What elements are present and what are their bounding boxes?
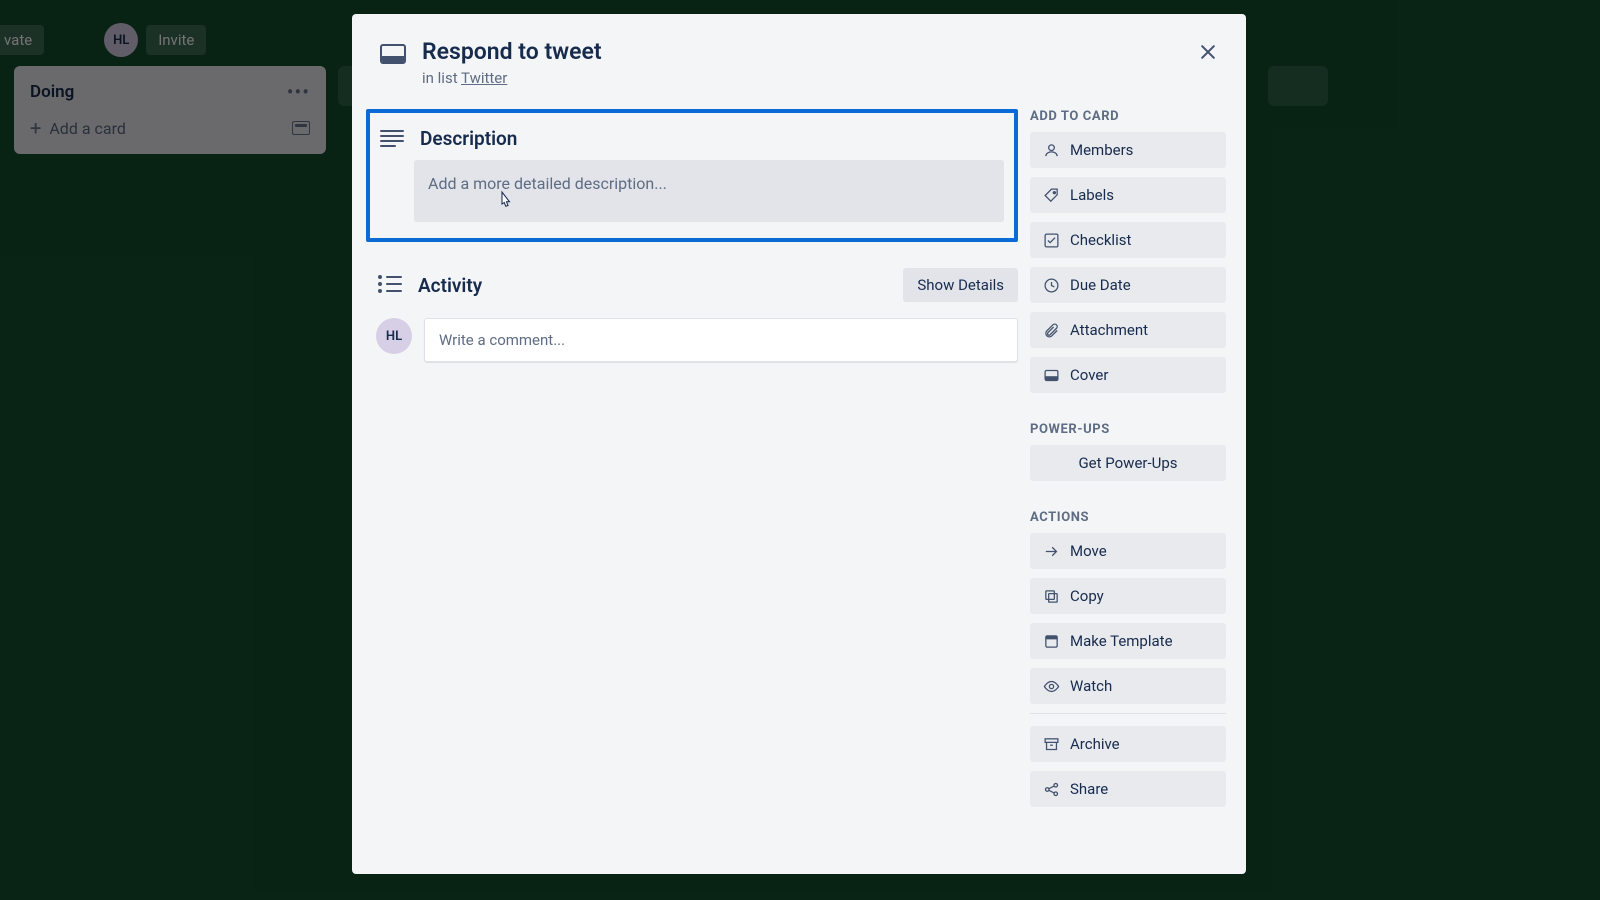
labels-button[interactable]: Labels [1030,177,1226,213]
sidebar-item-label: Attachment [1070,321,1148,339]
attachment-button[interactable]: Attachment [1030,312,1226,348]
eye-icon [1042,677,1060,695]
sidebar-item-label: Share [1070,780,1108,798]
sidebar-item-label: Get Power-Ups [1078,454,1177,472]
actions-heading: ACTIONS [1030,510,1226,525]
avatar[interactable]: HL [376,318,412,354]
sidebar-item-label: Copy [1070,587,1104,605]
in-list-link[interactable]: Twitter [461,69,507,87]
sidebar-item-label: Cover [1070,366,1108,384]
description-heading: Description [420,127,517,150]
description-placeholder: Add a more detailed description... [428,174,667,193]
add-to-card-heading: ADD TO CARD [1030,109,1226,124]
card-modal: Respond to tweet in list Twitter Descrip… [352,14,1246,874]
copy-button[interactable]: Copy [1030,578,1226,614]
comment-row: HL Write a comment... [372,318,1018,362]
sidebar-item-label: Make Template [1070,632,1173,650]
main-column: Description Add a more detailed descript… [372,109,1018,816]
checklist-button[interactable]: Checklist [1030,222,1226,258]
sidebar-item-label: Move [1070,542,1107,560]
sidebar-item-label: Archive [1070,735,1120,753]
activity-section-header: Activity Show Details [372,268,1018,302]
arrow-right-icon [1042,542,1060,560]
description-input[interactable]: Add a more detailed description... [414,160,1004,222]
template-icon [1042,632,1060,650]
activity-icon [378,275,402,295]
card-icon [380,44,406,64]
sidebar-item-label: Due Date [1070,276,1131,294]
card-title[interactable]: Respond to tweet [422,38,602,65]
sidebar-item-label: Labels [1070,186,1114,204]
share-icon [1042,780,1060,798]
card-header: Respond to tweet in list Twitter [372,30,1226,87]
cover-button[interactable]: Cover [1030,357,1226,393]
activity-heading: Activity [418,274,482,297]
move-button[interactable]: Move [1030,533,1226,569]
clock-icon [1042,276,1060,294]
power-ups-heading: POWER-UPS [1030,422,1226,437]
copy-icon [1042,587,1060,605]
watch-button[interactable]: Watch [1030,668,1226,704]
close-button[interactable] [1190,34,1226,70]
due-date-button[interactable]: Due Date [1030,267,1226,303]
members-icon [1042,141,1060,159]
description-section: Description Add a more detailed descript… [366,109,1018,242]
divider [1030,713,1226,714]
sidebar-item-label: Watch [1070,677,1112,695]
archive-button[interactable]: Archive [1030,726,1226,762]
sidebar: ADD TO CARD Members Labels Checklist Due… [1030,109,1226,816]
members-button[interactable]: Members [1030,132,1226,168]
attachment-icon [1042,321,1060,339]
in-list: in list Twitter [422,69,602,87]
description-icon [380,130,404,148]
sidebar-item-label: Members [1070,141,1133,159]
make-template-button[interactable]: Make Template [1030,623,1226,659]
labels-icon [1042,186,1060,204]
show-details-button[interactable]: Show Details [903,268,1018,302]
get-power-ups-button[interactable]: Get Power-Ups [1030,445,1226,481]
cover-icon [1042,366,1060,384]
in-list-prefix: in list [422,69,461,87]
pointer-cursor-icon [496,190,514,212]
share-button[interactable]: Share [1030,771,1226,807]
archive-icon [1042,735,1060,753]
sidebar-item-label: Checklist [1070,231,1131,249]
comment-input[interactable]: Write a comment... [424,318,1018,362]
checklist-icon [1042,231,1060,249]
